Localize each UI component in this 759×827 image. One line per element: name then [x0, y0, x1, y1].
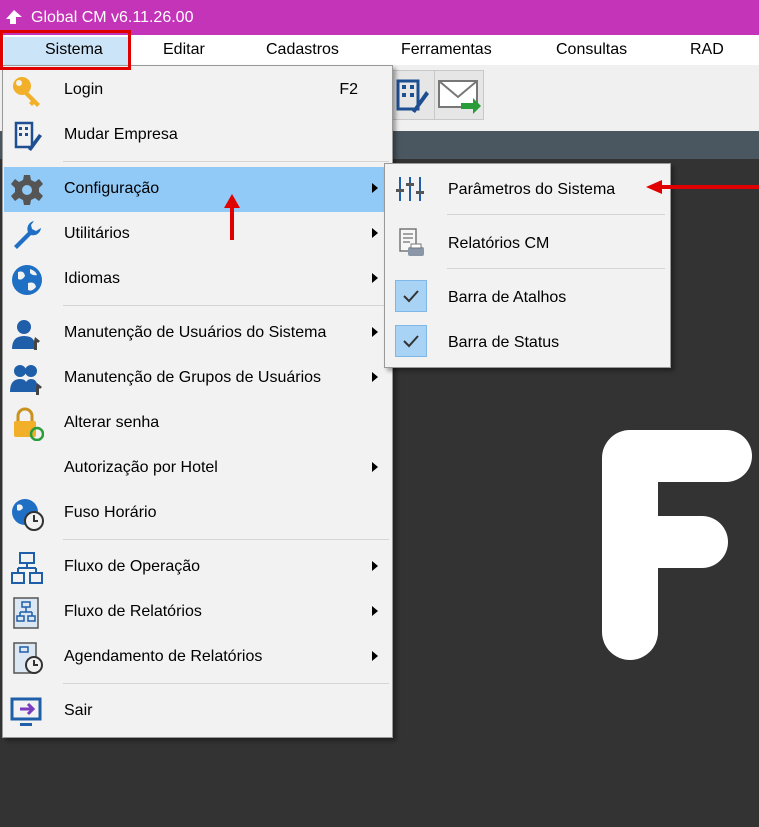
menu-item-label: Alterar senha [64, 414, 160, 431]
app-logo-icon [6, 10, 22, 24]
annotation-left-arrow-icon [646, 180, 759, 194]
report-schedule-icon [13, 642, 43, 674]
menu-item-label: Fuso Horário [64, 504, 157, 521]
gear-icon [11, 175, 43, 205]
annotation-highlight-box [0, 30, 131, 70]
submenu-arrow-icon [372, 561, 378, 571]
configuracao-submenu: Parâmetros do Sistema Relatórios CM Barr… [384, 163, 671, 368]
building-edit-icon [14, 121, 42, 151]
submenu-arrow-icon [372, 228, 378, 238]
menu-item-login[interactable]: Login F2 [4, 68, 391, 113]
menu-item-label: Manutenção de Usuários do Sistema [64, 324, 327, 341]
menu-item-utilitarios[interactable]: Utilitários [4, 212, 391, 257]
report-printer-icon [399, 228, 424, 256]
submenu-item-parametros-sistema[interactable]: Parâmetros do Sistema [386, 166, 669, 211]
key-icon [13, 77, 40, 107]
submenu-arrow-icon [372, 273, 378, 283]
users-group-icon [10, 365, 42, 395]
menu-separator [63, 305, 389, 306]
submenu-item-label: Barra de Atalhos [448, 289, 567, 306]
menu-separator [447, 268, 665, 269]
user-settings-icon [12, 320, 40, 350]
menu-item-manutencao-usuarios[interactable]: Manutenção de Usuários do Sistema [4, 311, 391, 356]
menu-item-agendamento-relatorios[interactable]: Agendamento de Relatórios [4, 635, 391, 680]
menu-separator [447, 214, 665, 215]
menu-item-label: Sair [64, 702, 93, 719]
submenu-item-label: Relatórios CM [448, 235, 550, 252]
menu-item-configuracao[interactable]: Configuração [4, 167, 391, 212]
menu-item-sair[interactable]: Sair [4, 689, 391, 734]
menu-consultas[interactable]: Consultas [556, 41, 627, 59]
submenu-arrow-icon [372, 372, 378, 382]
menu-item-label: Idiomas [64, 270, 121, 287]
menu-ferramentas[interactable]: Ferramentas [401, 41, 492, 59]
exit-monitor-icon [10, 697, 42, 726]
submenu-item-relatorios-cm[interactable]: Relatórios CM [386, 220, 669, 265]
globe-icon [12, 265, 42, 295]
menu-item-idiomas[interactable]: Idiomas [4, 257, 391, 302]
checkmark-icon [395, 280, 427, 312]
submenu-arrow-icon [372, 606, 378, 616]
menu-item-label: Configuração [64, 180, 160, 197]
menu-cadastros[interactable]: Cadastros [266, 41, 339, 59]
mail-send-icon [438, 80, 481, 114]
toolbar-mail-button[interactable] [434, 70, 484, 120]
sistema-dropdown-menu: Login F2 Mudar Empresa Configuração Util… [2, 65, 393, 738]
globe-clock-icon [12, 499, 44, 531]
menu-item-label: Fluxo de Operação [64, 558, 201, 575]
report-flow-icon [13, 597, 39, 629]
menu-item-fluxo-operacao[interactable]: Fluxo de Operação [4, 545, 391, 590]
menu-editar[interactable]: Editar [163, 41, 205, 59]
menu-item-autorizacao-hotel[interactable]: Autorização por Hotel [4, 446, 391, 491]
menu-item-alterar-senha[interactable]: Alterar senha [4, 401, 391, 446]
menu-separator [63, 539, 389, 540]
submenu-item-barra-status[interactable]: Barra de Status [386, 319, 669, 364]
annotation-up-arrow-icon [224, 194, 240, 240]
menu-item-label: Mudar Empresa [64, 126, 178, 143]
submenu-item-barra-atalhos[interactable]: Barra de Atalhos [386, 274, 669, 319]
brand-f-logo [602, 430, 752, 660]
menu-rad[interactable]: RAD [690, 41, 724, 59]
menu-item-manutencao-grupos[interactable]: Manutenção de Grupos de Usuários [4, 356, 391, 401]
submenu-arrow-icon [372, 183, 378, 193]
checkmark-icon [395, 325, 427, 357]
menu-separator [63, 683, 389, 684]
menu-item-label: Utilitários [64, 225, 130, 242]
menu-item-mudar-empresa[interactable]: Mudar Empresa [4, 113, 391, 158]
lock-refresh-icon [14, 407, 44, 441]
window-title: Global CM v6.11.26.00 [31, 9, 194, 26]
menu-item-fluxo-relatorios[interactable]: Fluxo de Relatórios [4, 590, 391, 635]
menu-item-label: Autorização por Hotel [64, 459, 218, 476]
flowchart-icon [11, 552, 43, 584]
sliders-icon [396, 177, 424, 201]
building-edit-icon [396, 79, 429, 113]
submenu-item-label: Barra de Status [448, 334, 560, 351]
menu-separator [63, 161, 389, 162]
menu-item-label: Login [64, 81, 104, 98]
shortcut-label: F2 [339, 81, 358, 98]
submenu-arrow-icon [372, 651, 378, 661]
menu-item-label: Manutenção de Grupos de Usuários [64, 369, 322, 386]
menu-item-fuso-horario[interactable]: Fuso Horário [4, 491, 391, 536]
wrench-icon [14, 221, 41, 249]
menu-item-label: Fluxo de Relatórios [64, 603, 202, 620]
menu-item-label: Agendamento de Relatórios [64, 648, 263, 665]
submenu-arrow-icon [372, 327, 378, 337]
submenu-item-label: Parâmetros do Sistema [448, 181, 616, 198]
submenu-arrow-icon [372, 462, 378, 472]
